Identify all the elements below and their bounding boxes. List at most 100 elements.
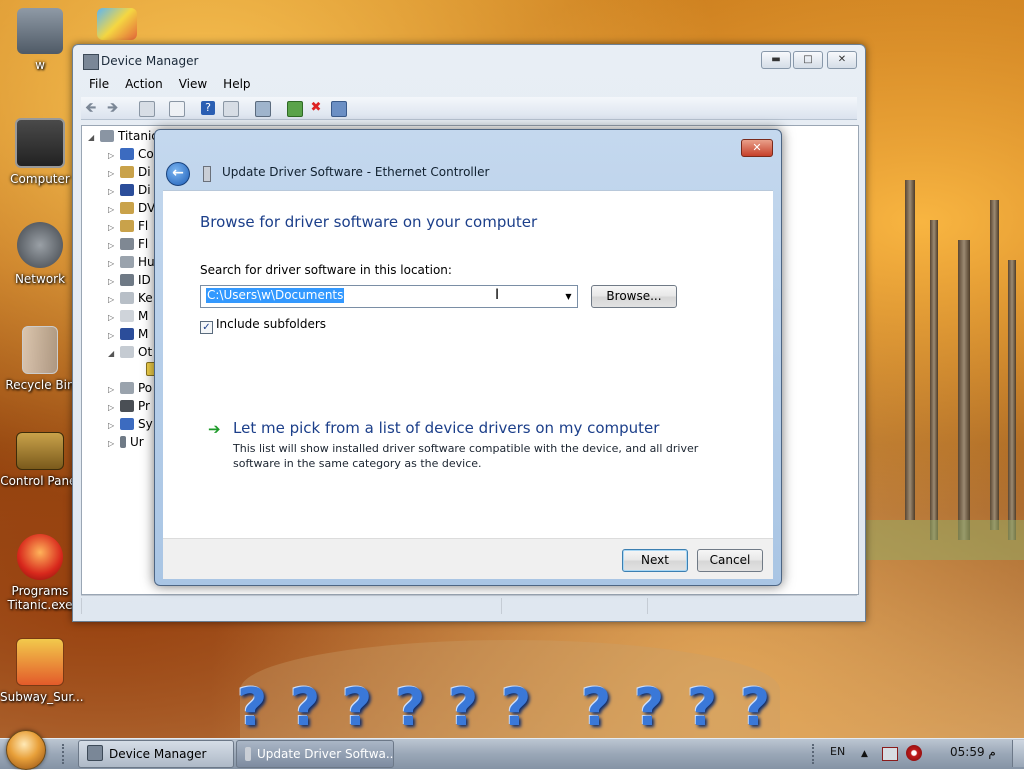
- menu-file[interactable]: File: [81, 75, 117, 93]
- back-arrow-icon[interactable]: 🡸: [85, 101, 99, 115]
- tree-item[interactable]: ▷ Ur: [108, 434, 144, 450]
- include-subfolders-checkbox[interactable]: ✓ Include subfolders: [200, 317, 326, 334]
- desktop-icon-label: w: [35, 58, 45, 72]
- expand-icon[interactable]: ▷: [108, 148, 116, 164]
- expand-icon[interactable]: ▷: [108, 274, 116, 290]
- desktop-icon-computer[interactable]: Computer: [0, 118, 80, 186]
- update-driver-icon[interactable]: [287, 101, 303, 117]
- desktop-icon-label: Network: [14, 272, 66, 286]
- grass-patch: [866, 520, 1024, 560]
- cancel-button[interactable]: Cancel: [697, 549, 763, 572]
- tree-item[interactable]: ▷ Fl: [108, 218, 148, 234]
- dock-help-icon[interactable]: ?: [501, 678, 531, 738]
- tree-item[interactable]: ▷ Pr: [108, 398, 150, 414]
- driver-path-value[interactable]: C:\Users\w\Documents: [206, 288, 345, 303]
- tree-item-label: M: [138, 309, 149, 323]
- expand-icon[interactable]: ▷: [108, 436, 116, 452]
- desktop-icon-titanic[interactable]: Programs Titanic.exe: [0, 534, 80, 612]
- start-button[interactable]: [6, 730, 46, 770]
- expand-icon[interactable]: ▷: [108, 238, 116, 254]
- tree-item-label: Ke: [138, 291, 153, 305]
- dock-help-icon[interactable]: ?: [395, 678, 425, 738]
- browse-button[interactable]: Browse...: [591, 285, 677, 308]
- show-desktop-button[interactable]: [1012, 740, 1024, 767]
- tree-item[interactable]: ▷ Hu: [108, 254, 155, 270]
- properties-icon[interactable]: [139, 101, 155, 117]
- close-button[interactable]: ✕: [741, 139, 773, 157]
- view-icon[interactable]: [223, 101, 239, 117]
- tree-item[interactable]: ◢ Ot: [108, 344, 152, 360]
- action-center-icon[interactable]: [882, 747, 898, 761]
- desktop-icon-network[interactable]: Network: [0, 222, 80, 286]
- tree-item[interactable]: ▷ Di: [108, 182, 151, 198]
- dock-help-icon[interactable]: ?: [687, 678, 717, 738]
- tree-item[interactable]: ▷ Fl: [108, 236, 148, 252]
- collapse-icon[interactable]: ◢: [108, 346, 116, 362]
- tree-item[interactable]: ▷ Di: [108, 164, 151, 180]
- forward-arrow-icon[interactable]: 🡺: [107, 101, 121, 115]
- dock-help-icon[interactable]: ?: [448, 678, 478, 738]
- desktop-icon-subway-surfers[interactable]: Subway_Sur...: [0, 638, 84, 704]
- enable-device-icon[interactable]: [331, 101, 347, 117]
- desktop-icon-apps[interactable]: [93, 8, 141, 44]
- toolbar: 🡸 🡺 ? ✖: [81, 97, 857, 120]
- taskbar-grip[interactable]: [62, 744, 70, 764]
- expand-icon[interactable]: ▷: [108, 400, 116, 416]
- expand-icon[interactable]: ▷: [108, 418, 116, 434]
- expand-icon[interactable]: ▷: [108, 310, 116, 326]
- tree-root[interactable]: ◢ Titanic: [88, 128, 158, 144]
- tree-item[interactable]: ▷ Po: [108, 380, 152, 396]
- pick-from-list-title[interactable]: Let me pick from a list of device driver…: [233, 419, 659, 437]
- menu-action[interactable]: Action: [117, 75, 171, 93]
- desktop-icon-user-folder[interactable]: w: [0, 8, 80, 72]
- expand-icon[interactable]: ▷: [108, 382, 116, 398]
- dock-help-icon[interactable]: ?: [581, 678, 611, 738]
- driver-path-combobox[interactable]: C:\Users\w\Documents ▼: [200, 285, 578, 308]
- expand-icon[interactable]: ▷: [108, 166, 116, 182]
- scan-hardware-icon[interactable]: [255, 101, 271, 117]
- device-category-icon: [120, 274, 134, 286]
- expand-icon[interactable]: ▷: [108, 184, 116, 200]
- language-indicator[interactable]: EN: [830, 745, 845, 758]
- menu-help[interactable]: Help: [215, 75, 258, 93]
- tree-item[interactable]: ▷ M: [108, 326, 148, 342]
- tree-item-label: Co: [138, 147, 154, 161]
- back-button[interactable]: ←: [166, 162, 190, 186]
- include-subfolders-label: Include subfolders: [216, 317, 327, 331]
- desktop-icon-label: Subway_Sur...: [0, 690, 84, 704]
- uninstall-icon[interactable]: ✖: [309, 101, 323, 115]
- media-icon[interactable]: [906, 745, 922, 761]
- dock-help-icon[interactable]: ?: [237, 678, 267, 738]
- list-icon[interactable]: [169, 101, 185, 117]
- tree-item[interactable]: ▷ ID: [108, 272, 151, 288]
- expand-icon[interactable]: ▷: [108, 256, 116, 272]
- checkbox-checked-icon[interactable]: ✓: [200, 321, 213, 334]
- taskbar-button-update-driver[interactable]: Update Driver Softwa...: [236, 740, 394, 768]
- expand-icon[interactable]: ▷: [108, 220, 116, 236]
- expand-icon[interactable]: ▷: [108, 292, 116, 308]
- tree-item[interactable]: ▷ DV: [108, 200, 155, 216]
- tree-item[interactable]: ▷ M: [108, 308, 148, 324]
- desktop-icon-control-panel[interactable]: Control Panel: [0, 432, 80, 488]
- tree-item[interactable]: ▷ Co: [108, 146, 154, 162]
- dock-help-icon[interactable]: ?: [290, 678, 320, 738]
- close-button[interactable]: ✕: [827, 51, 857, 69]
- tree-item[interactable]: ▷ Sy: [108, 416, 153, 432]
- dock-help-icon[interactable]: ?: [342, 678, 372, 738]
- maximize-button[interactable]: □: [793, 51, 823, 69]
- tree-item[interactable]: ▷ Ke: [108, 290, 153, 306]
- show-hidden-icons[interactable]: ▲: [861, 749, 868, 759]
- taskbar-button-device-manager[interactable]: Device Manager: [78, 740, 234, 768]
- menu-view[interactable]: View: [171, 75, 215, 93]
- collapse-icon[interactable]: ◢: [88, 130, 96, 146]
- clock[interactable]: 05:59 م: [950, 745, 996, 759]
- dock-help-icon[interactable]: ?: [740, 678, 770, 738]
- help-icon[interactable]: ?: [201, 101, 215, 115]
- minimize-button[interactable]: ▬: [761, 51, 791, 69]
- dropdown-arrow-icon[interactable]: ▼: [560, 286, 577, 307]
- desktop-icon-recycle-bin[interactable]: Recycle Bin: [0, 326, 80, 392]
- expand-icon[interactable]: ▷: [108, 202, 116, 218]
- dock-help-icon[interactable]: ?: [634, 678, 664, 738]
- expand-icon[interactable]: ▷: [108, 328, 116, 344]
- next-button[interactable]: Next: [622, 549, 688, 572]
